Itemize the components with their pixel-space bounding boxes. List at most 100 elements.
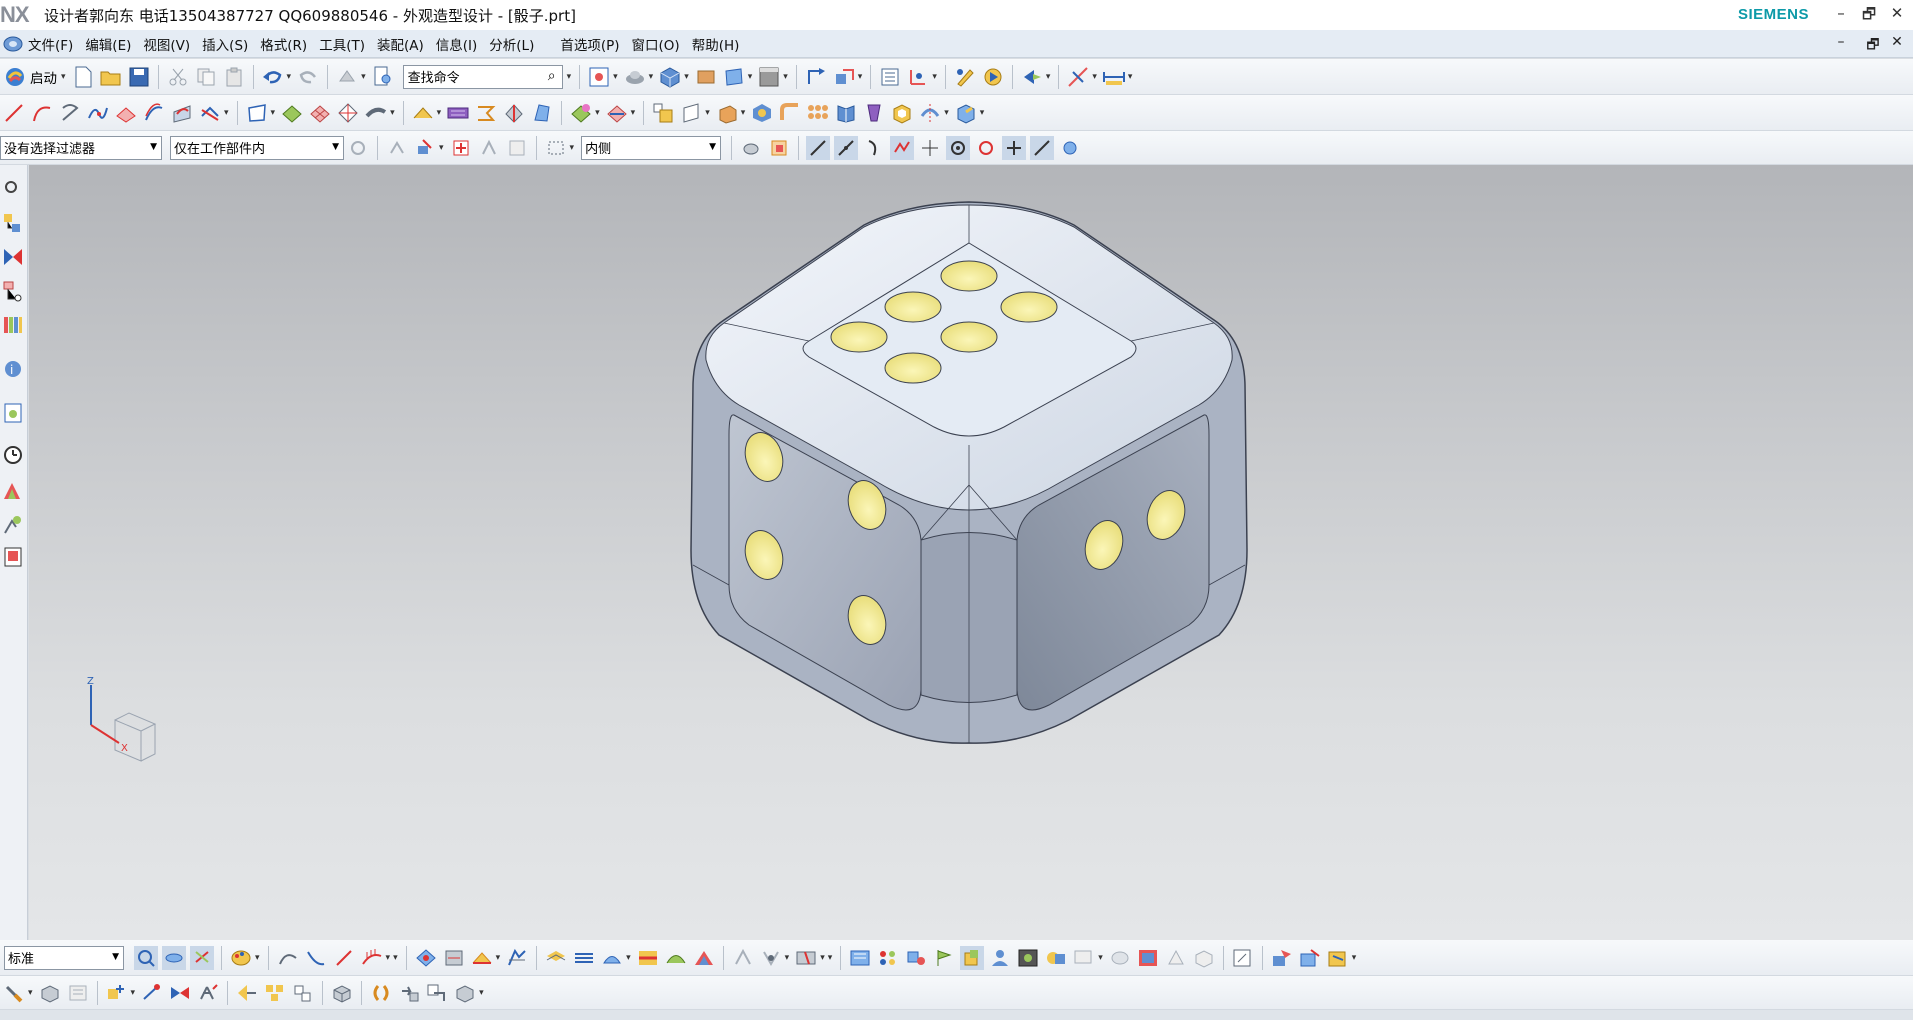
n-sided-surface-icon[interactable] (336, 101, 360, 125)
menu-preferences[interactable]: 首选项(P) (560, 34, 619, 54)
show-hide-icon[interactable] (739, 136, 763, 160)
reflection-analysis-icon[interactable] (470, 946, 494, 970)
hide-icon[interactable] (731, 946, 755, 970)
export-pdf-icon[interactable] (1326, 946, 1350, 970)
bridge-surface-icon[interactable] (446, 101, 470, 125)
snap-point-icon[interactable] (1066, 65, 1090, 89)
menu-analysis[interactable]: 分析(L) (489, 34, 534, 54)
surface-continuity-icon[interactable] (442, 946, 466, 970)
send-icon[interactable] (1298, 946, 1322, 970)
app-menu-icon[interactable] (2, 34, 24, 54)
close-button[interactable]: ✕ (1886, 4, 1908, 22)
undo-dropdown-icon[interactable]: ▾ (287, 72, 292, 82)
menu-insert[interactable]: 插入(S) (202, 34, 248, 54)
move-component-icon[interactable] (140, 981, 164, 1005)
minimize-button[interactable]: – (1830, 4, 1852, 22)
display-part-icon[interactable] (848, 946, 872, 970)
reuse-library-icon[interactable] (2, 313, 24, 337)
intersect-curve-icon[interactable] (198, 101, 222, 125)
new-component-icon[interactable] (105, 981, 129, 1005)
invert-select-icon[interactable] (477, 136, 501, 160)
surface-dropdown-icon[interactable]: ▾ (271, 108, 276, 118)
menu-help[interactable]: 帮助(H) (692, 34, 740, 54)
new-component-dropdown-icon[interactable]: ▾ (131, 988, 136, 998)
rectangle-select-icon[interactable] (544, 136, 568, 160)
graphics-window[interactable]: Z X (29, 165, 1913, 940)
clock-icon[interactable] (2, 443, 24, 467)
components-icon[interactable] (876, 946, 900, 970)
reference-set-icon[interactable] (66, 981, 90, 1005)
flag-note-icon[interactable] (932, 946, 956, 970)
web-browser-icon[interactable]: i (2, 357, 24, 381)
menu-window[interactable]: 窗口(O) (632, 34, 680, 54)
show-icon[interactable] (759, 946, 783, 970)
user-roles-icon[interactable] (988, 946, 1012, 970)
pattern-feature-icon[interactable] (806, 101, 830, 125)
snap-quadrant-icon[interactable] (946, 135, 971, 160)
curve-analysis-icon[interactable] (276, 946, 300, 970)
view-section-icon[interactable] (834, 101, 858, 125)
layer-settings-icon[interactable] (722, 65, 746, 89)
presentation-icon[interactable] (1072, 946, 1096, 970)
draft-icon[interactable] (862, 101, 886, 125)
pan-icon[interactable] (162, 945, 186, 970)
type-filter-select[interactable]: 没有选择过滤器 ▼ (0, 135, 162, 160)
blend-dropdown-icon[interactable]: ▾ (437, 108, 442, 118)
rectangle-dropdown-icon[interactable]: ▾ (570, 143, 575, 153)
export-dropdown-icon[interactable]: ▾ (1352, 953, 1357, 963)
sketch-icon[interactable] (651, 101, 675, 125)
material-texture-icon[interactable] (1136, 946, 1160, 970)
edge-blend-icon[interactable] (778, 101, 802, 125)
layer-dropdown-icon[interactable]: ▾ (748, 72, 753, 82)
open-folder-icon[interactable] (99, 65, 123, 89)
move-object-icon[interactable] (804, 65, 828, 89)
line-icon[interactable] (2, 101, 26, 125)
priority-dropdown-icon[interactable]: ▾ (439, 143, 444, 153)
process-studio-icon[interactable] (2, 513, 24, 537)
snap-midpoint-icon[interactable] (834, 135, 859, 160)
layer-icon[interactable] (694, 65, 718, 89)
fit-view-icon[interactable] (587, 65, 611, 89)
mirror-feature-icon[interactable] (918, 101, 942, 125)
curve-dropdown-icon[interactable]: ▾ (224, 108, 229, 118)
repeat-dropdown-icon[interactable]: ▾ (361, 72, 366, 82)
reflection-dropdown-icon[interactable]: ▾ (496, 953, 501, 963)
draft-analysis-icon[interactable] (505, 946, 529, 970)
layer-visibility-icon[interactable] (794, 946, 818, 970)
settings-icon[interactable] (2, 175, 24, 199)
replace-component-icon[interactable] (291, 981, 315, 1005)
datum-dropdown-icon[interactable]: ▾ (705, 108, 710, 118)
command-finder-icon[interactable] (371, 65, 395, 89)
snap-arc-center-icon[interactable] (918, 136, 942, 160)
snap-point-on-curve-icon[interactable] (1002, 135, 1027, 160)
radius-dropdown-icon[interactable]: ▾ (626, 953, 631, 963)
render-dropdown-icon[interactable]: ▾ (649, 72, 654, 82)
paste-icon[interactable] (222, 65, 246, 89)
background-icon[interactable] (757, 65, 781, 89)
shell-icon[interactable] (890, 101, 914, 125)
view-style-select[interactable]: 标准 ▼ (4, 945, 124, 970)
undo-icon[interactable] (261, 65, 285, 89)
datum-plane-icon[interactable] (679, 101, 703, 125)
snap-endpoint-icon[interactable] (806, 135, 831, 160)
render-style-icon[interactable] (623, 65, 647, 89)
doc-minimize-button[interactable]: – (1830, 34, 1852, 50)
helix-icon[interactable] (58, 101, 82, 125)
four-point-surface-icon[interactable] (245, 101, 269, 125)
curve-on-surface-icon[interactable] (114, 101, 138, 125)
repeat-command-icon[interactable] (335, 65, 359, 89)
background-dropdown-icon[interactable]: ▾ (783, 72, 788, 82)
true-shading-icon[interactable] (1192, 946, 1216, 970)
select-mode-select[interactable]: 内侧 ▼ (581, 135, 722, 160)
view-drawing-icon[interactable] (1231, 946, 1255, 970)
interpart-link-icon[interactable] (397, 981, 421, 1005)
face-curvature-icon[interactable] (664, 946, 688, 970)
selection-intent-dropdown-icon[interactable]: ▾ (1046, 72, 1051, 82)
thicken-icon[interactable] (605, 101, 629, 125)
constraint-navigator-icon[interactable] (2, 245, 24, 269)
offset-curve-icon[interactable] (142, 101, 166, 125)
snap-dropdown-icon[interactable]: ▾ (1092, 72, 1097, 82)
highlight-lines-icon[interactable] (572, 946, 596, 970)
selection-priority-icon[interactable] (413, 136, 437, 160)
part-navigator-icon[interactable] (2, 279, 24, 303)
